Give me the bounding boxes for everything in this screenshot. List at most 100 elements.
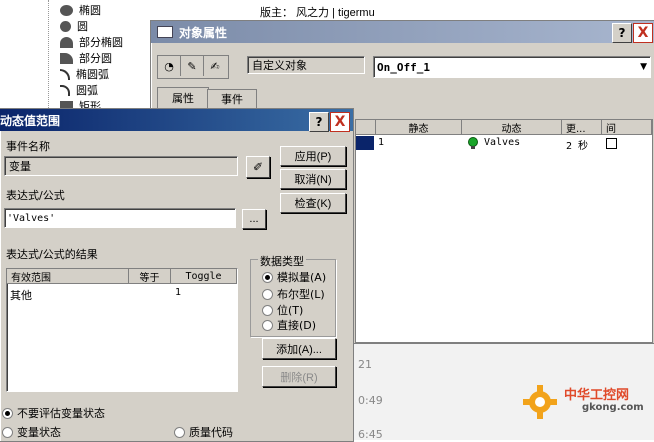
radio-label: 直接(D): [277, 319, 317, 332]
header-label: Toggle: [185, 270, 222, 282]
time-label: 0:49: [358, 394, 383, 407]
property-list: 静态 动态 更... 间 1 Valves 2 秒: [355, 119, 653, 343]
object-name-select[interactable]: On_Off_1 ▼: [373, 56, 651, 78]
time-label: 21: [358, 358, 372, 371]
expression-value: 'Valves': [7, 212, 56, 224]
radio-label: 位(T): [277, 304, 304, 317]
list-header-interval[interactable]: 间: [602, 120, 652, 135]
radio-icon: [262, 319, 273, 331]
radio-icon: [262, 288, 273, 300]
dialog-title: 动态值范围: [0, 113, 61, 128]
object-name-value: On_Off_1: [377, 60, 430, 74]
variable-select-button[interactable]: ✐: [246, 156, 270, 178]
tab-properties[interactable]: 属性: [157, 87, 209, 108]
window-icon: [157, 26, 173, 38]
object-type-label: 自定义对象: [252, 59, 307, 72]
circle-icon: [60, 20, 71, 32]
moderator-text: 版主： 风之力 | tigermu: [260, 7, 375, 19]
radio-selected-icon: [262, 271, 273, 283]
tree-item-partial-circle[interactable]: 部分圆: [60, 50, 112, 66]
expression-label: 表达式/公式: [6, 189, 65, 202]
tab-label: 属性: [172, 92, 194, 105]
datatype-analog-radio[interactable]: 模拟量(A): [262, 269, 326, 285]
time-label: 6:45: [358, 428, 383, 441]
object-type-field: 自定义对象: [247, 56, 365, 74]
row-selection: [356, 136, 374, 150]
tree-item-circle[interactable]: 圆: [60, 18, 88, 34]
result-table: 有效范围 等于 Toggle 其他 1: [6, 268, 238, 392]
add-button[interactable]: 添加(A)...: [262, 338, 336, 359]
variable-status-radio[interactable]: 变量状态: [2, 424, 61, 440]
tree-item-arc[interactable]: 圆弧: [60, 82, 98, 98]
datatype-direct-radio[interactable]: 直接(D): [262, 317, 316, 333]
datatype-bool-radio[interactable]: 布尔型(L): [262, 286, 325, 302]
partial-ellipse-icon: [60, 36, 73, 48]
watermark: 中华工控网 gkong.com: [520, 378, 650, 434]
header-label: 有效范围: [11, 272, 51, 284]
header-label: 间: [606, 123, 616, 135]
datatype-bit-radio[interactable]: 位(T): [262, 302, 303, 318]
row-static: 1: [378, 137, 385, 148]
dialog-titlebar: 动态值范围: [0, 109, 353, 131]
radio-icon: [262, 304, 273, 316]
tree-item-partial-ellipse[interactable]: 部分椭圆: [60, 34, 123, 50]
property-row[interactable]: 1 Valves 2 秒: [356, 136, 652, 152]
radio-selected-icon: [2, 407, 13, 419]
datatype-label: 数据类型: [258, 253, 306, 269]
tree-item-ellipse[interactable]: 椭圆: [60, 2, 101, 18]
gear-icon: [523, 385, 557, 419]
close-button[interactable]: X: [633, 23, 653, 43]
window-title: 对象属性: [179, 25, 228, 40]
help-button[interactable]: ?: [309, 112, 329, 132]
partial-circle-icon: [60, 52, 73, 64]
object-properties-titlebar: 对象属性: [151, 21, 654, 43]
table-row[interactable]: 其他 1: [7, 287, 237, 302]
ellipse-arc-icon: [60, 68, 70, 80]
apply-button[interactable]: 应用(P): [280, 146, 346, 166]
no-eval-status-radio[interactable]: 不要评估变量状态: [2, 405, 105, 421]
row-toggle: 1: [175, 287, 182, 298]
check-button[interactable]: 检查(K): [280, 193, 346, 213]
row-update: 2 秒: [566, 141, 589, 152]
header-label: 等于: [139, 272, 160, 284]
project-tree: 椭圆 圆 部分椭圆 部分圆 椭圆弧 圆弧 矩形: [0, 0, 150, 113]
ellipse-icon: [60, 4, 73, 16]
row-checkbox[interactable]: [606, 138, 617, 149]
expression-input[interactable]: 'Valves': [4, 208, 236, 228]
radio-label: 布尔型(L): [277, 288, 325, 301]
close-button[interactable]: X: [330, 112, 350, 132]
arc-icon: [60, 84, 70, 96]
header-label: 更...: [566, 123, 586, 135]
cancel-button[interactable]: 取消(N): [280, 169, 346, 189]
list-header-update[interactable]: 更...: [562, 120, 602, 135]
list-header-dynamic[interactable]: 动态: [462, 120, 562, 135]
event-name-label: 事件名称: [6, 140, 50, 153]
result-header-equals[interactable]: 等于: [129, 269, 171, 284]
help-button[interactable]: ?: [612, 23, 632, 43]
chevron-down-icon[interactable]: ▼: [640, 62, 647, 72]
copy-brush-icon[interactable]: ✍: [204, 56, 226, 76]
radio-label: 质量代码: [189, 426, 233, 439]
event-name-field: 变量: [4, 156, 238, 176]
tree-item-ellipse-arc[interactable]: 椭圆弧: [60, 66, 109, 82]
result-header-toggle[interactable]: Toggle: [171, 269, 237, 284]
pin-icon[interactable]: ◔: [158, 56, 181, 76]
quality-code-radio[interactable]: 质量代码: [174, 424, 233, 440]
list-header-static[interactable]: 静态: [376, 120, 462, 135]
brush-icon[interactable]: ✎: [181, 56, 204, 76]
tab-label: 事件: [221, 93, 243, 106]
radio-label: 变量状态: [17, 426, 61, 439]
radio-label: 不要评估变量状态: [17, 407, 105, 420]
header-label: 静态: [408, 123, 429, 135]
watermark-name: 中华工控网: [564, 388, 630, 403]
result-header-range[interactable]: 有效范围: [7, 269, 129, 284]
variable-picker-icon: ✐: [252, 160, 264, 174]
radio-icon: [174, 426, 185, 438]
row-dynamic: Valves: [484, 137, 521, 148]
tab-events[interactable]: 事件: [207, 89, 257, 108]
delete-button[interactable]: 删除(R): [262, 366, 336, 387]
dynamic-value-range-dialog: 动态值范围 ? X 事件名称 变量 ✐ 表达式/公式 'Valves' ... …: [0, 108, 354, 442]
radio-label: 模拟量(A): [277, 271, 327, 284]
browse-button[interactable]: ...: [242, 209, 266, 229]
header-label: 动态: [501, 123, 522, 135]
